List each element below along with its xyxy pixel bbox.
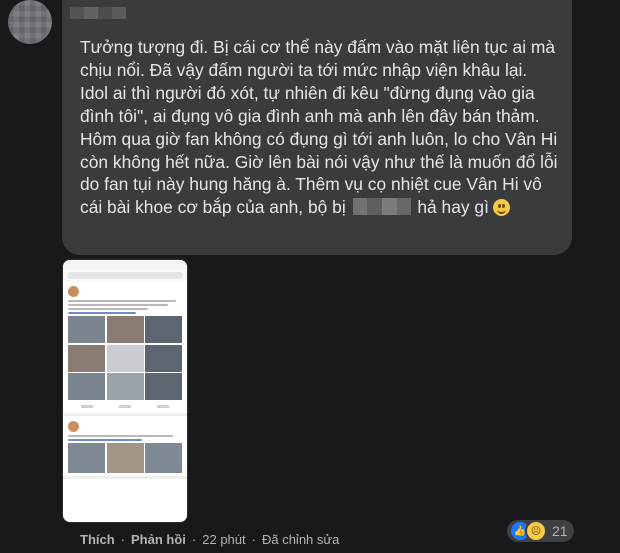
like-link[interactable]: Thích (80, 532, 115, 547)
reactions-summary[interactable]: 👍 ☹ 21 (507, 520, 574, 542)
sad-icon: ☹ (525, 520, 547, 542)
attachment-post-2 (63, 416, 187, 479)
attachment-avatar (68, 420, 79, 432)
separator-dot: · (251, 532, 256, 547)
reaction-count: 21 (552, 523, 568, 539)
separator-dot: · (120, 532, 126, 547)
comment-timestamp[interactable]: 22 phút (202, 532, 245, 547)
redacted-word (352, 198, 411, 216)
comment-text-end: hả hay gì (417, 197, 489, 218)
attachment-avatar (68, 285, 79, 297)
separator-dot: · (191, 532, 197, 547)
comment-text: Tưởng tượng đi. Bị cái cơ thể này đấm và… (80, 36, 560, 219)
attached-screenshot[interactable] (62, 259, 188, 523)
attachment-photo-grid (68, 316, 182, 400)
comment-text-main: Tưởng tượng đi. Bị cái cơ thể này đấm và… (80, 37, 558, 218)
smile-emoji-icon (492, 199, 510, 217)
attachment-photo-row (68, 443, 182, 473)
attachment-search-field (67, 271, 183, 279)
attachment-search-bar (63, 269, 187, 281)
comment-actions: Thích · Phản hồi · 22 phút · Đã chỉnh sử… (80, 532, 339, 547)
commenter-avatar[interactable] (8, 0, 52, 44)
attachment-post-1 (63, 281, 187, 416)
edited-label: Đã chỉnh sửa (261, 532, 340, 547)
reply-link[interactable]: Phản hồi (131, 532, 186, 547)
attachment-status-bar (63, 260, 187, 269)
commenter-name-redacted[interactable] (70, 7, 126, 19)
